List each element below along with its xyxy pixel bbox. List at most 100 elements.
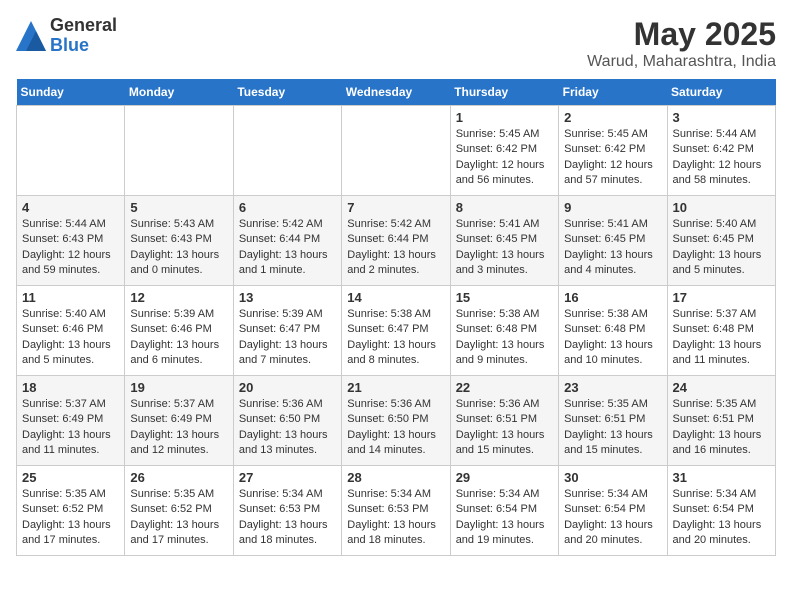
logo: General Blue [16, 16, 117, 56]
day-info: Sunrise: 5:35 AMSunset: 6:51 PMDaylight:… [673, 397, 770, 459]
day-info: Sunrise: 5:36 AMSunset: 6:50 PMDaylight:… [347, 397, 444, 459]
calendar-cell: 21 Sunrise: 5:36 AMSunset: 6:50 PMDayligh… [342, 376, 450, 466]
calendar-cell: 7Sunrise: 5:42 AMSunset: 6:44 PMDaylight… [342, 196, 450, 286]
day-info: Sunrise: 5:36 AMSunset: 6:50 PMDaylight:… [239, 397, 336, 459]
calendar-cell: 13Sunrise: 5:39 AMSunset: 6:47 PMDayligh… [233, 286, 341, 376]
day-info: Sunrise: 5:38 AMSunset: 6:47 PMDaylight:… [347, 307, 444, 369]
day-info: Sunrise: 5:39 AMSunset: 6:46 PMDaylight:… [130, 307, 227, 369]
calendar-week-5: 25 Sunrise: 5:35 AMSunset: 6:52 PMDayligh… [17, 466, 776, 556]
calendar-cell: 19 Sunrise: 5:37 AMSunset: 6:49 PMDayligh… [125, 376, 233, 466]
calendar-cell: 6 Sunrise: 5:42 AMSunset: 6:44 PMDaylight… [233, 196, 341, 286]
header-monday: Monday [125, 79, 233, 106]
calendar-cell: 20 Sunrise: 5:36 AMSunset: 6:50 PMDayligh… [233, 376, 341, 466]
day-number: 23 [564, 380, 661, 395]
day-number: 24 [673, 380, 770, 395]
day-info: Sunrise: 5:40 AMSunset: 6:46 PMDaylight:… [22, 307, 119, 369]
calendar-cell [342, 106, 450, 196]
calendar-cell: 17 Sunrise: 5:37 AMSunset: 6:48 PMDayligh… [667, 286, 775, 376]
calendar-cell [125, 106, 233, 196]
day-number: 1 [456, 110, 553, 125]
day-info: Sunrise: 5:34 AMSunset: 6:54 PMDaylight:… [564, 487, 661, 549]
day-info: Sunrise: 5:42 AMSunset: 6:44 PMDaylight:… [347, 217, 444, 279]
day-number: 22 [456, 380, 553, 395]
day-number: 10 [673, 200, 770, 215]
calendar-cell: 18 Sunrise: 5:37 AMSunset: 6:49 PMDayligh… [17, 376, 125, 466]
day-number: 2 [564, 110, 661, 125]
day-info: Sunrise: 5:39 AMSunset: 6:47 PMDaylight:… [239, 307, 336, 369]
day-info: Sunrise: 5:35 AMSunset: 6:51 PMDaylight:… [564, 397, 661, 459]
calendar-cell: 8Sunrise: 5:41 AMSunset: 6:45 PMDaylight… [450, 196, 558, 286]
day-number: 15 [456, 290, 553, 305]
day-info: Sunrise: 5:42 AMSunset: 6:44 PMDaylight:… [239, 217, 336, 279]
title-area: May 2025 Warud, Maharashtra, India [587, 16, 776, 71]
calendar-cell: 31 Sunrise: 5:34 AMSunset: 6:54 PMDayligh… [667, 466, 775, 556]
day-number: 19 [130, 380, 227, 395]
calendar-header: Sunday Monday Tuesday Wednesday Thursday… [17, 79, 776, 106]
day-number: 11 [22, 290, 119, 305]
calendar-cell: 12 Sunrise: 5:39 AMSunset: 6:46 PMDayligh… [125, 286, 233, 376]
calendar-subtitle: Warud, Maharashtra, India [587, 53, 776, 71]
day-info: Sunrise: 5:41 AMSunset: 6:45 PMDaylight:… [564, 217, 661, 279]
calendar-week-1: 1 Sunrise: 5:45 AMSunset: 6:42 PMDaylight… [17, 106, 776, 196]
day-info: Sunrise: 5:45 AMSunset: 6:42 PMDaylight:… [564, 127, 661, 189]
day-number: 16 [564, 290, 661, 305]
day-info: Sunrise: 5:40 AMSunset: 6:45 PMDaylight:… [673, 217, 770, 279]
logo-icon [16, 21, 46, 51]
day-info: Sunrise: 5:35 AMSunset: 6:52 PMDaylight:… [22, 487, 119, 549]
calendar-cell: 22 Sunrise: 5:36 AMSunset: 6:51 PMDayligh… [450, 376, 558, 466]
calendar-body: 1 Sunrise: 5:45 AMSunset: 6:42 PMDaylight… [17, 106, 776, 556]
day-number: 21 [347, 380, 444, 395]
calendar-cell: 26Sunrise: 5:35 AMSunset: 6:52 PMDayligh… [125, 466, 233, 556]
day-info: Sunrise: 5:44 AMSunset: 6:43 PMDaylight:… [22, 217, 119, 279]
day-number: 14 [347, 290, 444, 305]
day-number: 4 [22, 200, 119, 215]
day-number: 28 [347, 470, 444, 485]
calendar-cell: 29Sunrise: 5:34 AMSunset: 6:54 PMDayligh… [450, 466, 558, 556]
day-number: 27 [239, 470, 336, 485]
calendar-week-4: 18 Sunrise: 5:37 AMSunset: 6:49 PMDayligh… [17, 376, 776, 466]
day-info: Sunrise: 5:38 AMSunset: 6:48 PMDaylight:… [456, 307, 553, 369]
calendar-cell: 9 Sunrise: 5:41 AMSunset: 6:45 PMDaylight… [559, 196, 667, 286]
calendar-cell: 27Sunrise: 5:34 AMSunset: 6:53 PMDayligh… [233, 466, 341, 556]
calendar-week-3: 11 Sunrise: 5:40 AMSunset: 6:46 PMDayligh… [17, 286, 776, 376]
calendar-cell: 3Sunrise: 5:44 AMSunset: 6:42 PMDaylight… [667, 106, 775, 196]
day-info: Sunrise: 5:36 AMSunset: 6:51 PMDaylight:… [456, 397, 553, 459]
day-number: 18 [22, 380, 119, 395]
day-info: Sunrise: 5:35 AMSunset: 6:52 PMDaylight:… [130, 487, 227, 549]
header-friday: Friday [559, 79, 667, 106]
calendar-cell: 14 Sunrise: 5:38 AMSunset: 6:47 PMDayligh… [342, 286, 450, 376]
header-thursday: Thursday [450, 79, 558, 106]
header-wednesday: Wednesday [342, 79, 450, 106]
day-number: 6 [239, 200, 336, 215]
header: General Blue May 2025 Warud, Maharashtra… [16, 16, 776, 71]
calendar-title: May 2025 [587, 16, 776, 53]
day-number: 9 [564, 200, 661, 215]
day-info: Sunrise: 5:45 AMSunset: 6:42 PMDaylight:… [456, 127, 553, 189]
day-number: 31 [673, 470, 770, 485]
day-number: 20 [239, 380, 336, 395]
header-sunday: Sunday [17, 79, 125, 106]
calendar-cell: 5Sunrise: 5:43 AMSunset: 6:43 PMDaylight… [125, 196, 233, 286]
day-info: Sunrise: 5:37 AMSunset: 6:48 PMDaylight:… [673, 307, 770, 369]
day-info: Sunrise: 5:34 AMSunset: 6:54 PMDaylight:… [673, 487, 770, 549]
day-number: 3 [673, 110, 770, 125]
day-number: 25 [22, 470, 119, 485]
day-info: Sunrise: 5:34 AMSunset: 6:53 PMDaylight:… [347, 487, 444, 549]
calendar-week-2: 4 Sunrise: 5:44 AMSunset: 6:43 PMDaylight… [17, 196, 776, 286]
day-info: Sunrise: 5:41 AMSunset: 6:45 PMDaylight:… [456, 217, 553, 279]
day-info: Sunrise: 5:37 AMSunset: 6:49 PMDaylight:… [22, 397, 119, 459]
day-info: Sunrise: 5:38 AMSunset: 6:48 PMDaylight:… [564, 307, 661, 369]
logo-general: General [50, 16, 117, 36]
calendar-cell: 11 Sunrise: 5:40 AMSunset: 6:46 PMDayligh… [17, 286, 125, 376]
header-tuesday: Tuesday [233, 79, 341, 106]
calendar-cell: 30Sunrise: 5:34 AMSunset: 6:54 PMDayligh… [559, 466, 667, 556]
calendar-cell: 4 Sunrise: 5:44 AMSunset: 6:43 PMDaylight… [17, 196, 125, 286]
day-info: Sunrise: 5:43 AMSunset: 6:43 PMDaylight:… [130, 217, 227, 279]
day-number: 12 [130, 290, 227, 305]
day-number: 17 [673, 290, 770, 305]
calendar-cell: 24 Sunrise: 5:35 AMSunset: 6:51 PMDayligh… [667, 376, 775, 466]
calendar-cell: 25 Sunrise: 5:35 AMSunset: 6:52 PMDayligh… [17, 466, 125, 556]
day-info: Sunrise: 5:37 AMSunset: 6:49 PMDaylight:… [130, 397, 227, 459]
calendar-cell [233, 106, 341, 196]
logo-blue: Blue [50, 36, 117, 56]
